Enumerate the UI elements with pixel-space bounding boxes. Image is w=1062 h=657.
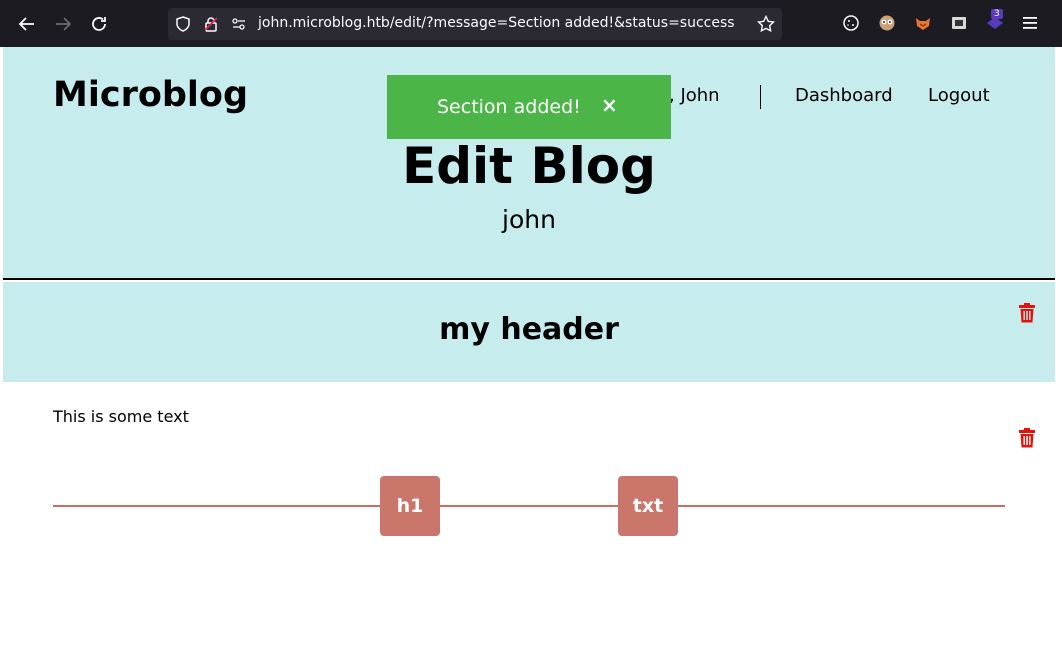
extension-badge: 3 <box>991 9 1003 19</box>
hackbar-extension-icon[interactable]: 3 <box>984 9 1006 34</box>
delete-section-trash-icon[interactable] <box>1018 303 1036 323</box>
blog-section-txt: This is some text <box>3 382 1055 482</box>
back-icon[interactable] <box>15 12 39 36</box>
add-h1-button[interactable]: h1 <box>380 476 440 536</box>
section-paragraph-text: This is some text <box>53 407 189 426</box>
delete-section-trash-icon[interactable] <box>1018 428 1036 448</box>
insecure-lock-icon[interactable] <box>203 16 219 36</box>
shield-icon[interactable] <box>175 16 191 36</box>
forward-icon[interactable] <box>51 12 75 36</box>
owl-extension-icon[interactable] <box>876 12 898 34</box>
nav-logout-link[interactable]: Logout <box>928 85 990 106</box>
section-heading-text: my header <box>439 312 619 347</box>
page-title: Edit Blog <box>402 137 656 195</box>
browser-toolbar: john.microblog.htb/edit/?message=Section… <box>0 0 1062 47</box>
bookmark-star-icon[interactable] <box>756 14 776 37</box>
menu-icon[interactable] <box>1020 12 1042 34</box>
permissions-icon[interactable] <box>231 16 247 36</box>
foxyproxy-icon[interactable] <box>912 12 934 34</box>
toast-message: Section added! <box>437 96 581 118</box>
add-txt-button[interactable]: txt <box>618 476 678 536</box>
success-toast: Section added! × <box>387 75 671 139</box>
page-subtitle: john <box>502 205 556 234</box>
address-bar[interactable]: john.microblog.htb/edit/?message=Section… <box>168 8 782 40</box>
cookie-icon[interactable] <box>840 12 862 34</box>
screenshot-extension-icon[interactable] <box>948 12 970 34</box>
url-text[interactable]: john.microblog.htb/edit/?message=Section… <box>258 15 735 31</box>
toast-close-button[interactable]: × <box>601 93 618 117</box>
page-header: Microblog o, John Dashboard Logout Edit … <box>3 47 1055 280</box>
blog-section-h1: my header <box>3 282 1055 382</box>
add-section-divider <box>53 505 1005 507</box>
page-content: Microblog o, John Dashboard Logout Edit … <box>3 47 1055 657</box>
nav-dashboard-link[interactable]: Dashboard <box>795 85 893 106</box>
reload-icon[interactable] <box>87 12 111 36</box>
nav-divider <box>760 85 761 109</box>
brand-logo[interactable]: Microblog <box>53 75 248 115</box>
